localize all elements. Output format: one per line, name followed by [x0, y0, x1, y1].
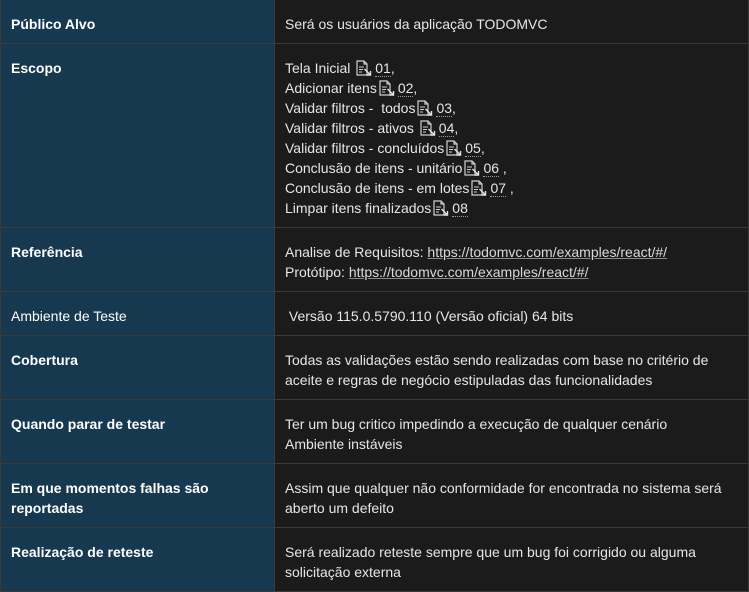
requisitos-link[interactable]: https://todomvc.com/examples/react/#/ — [427, 244, 667, 260]
value-escopo: Tela Inicial 01, Adicionar itens 02, Valida… — [274, 43, 749, 228]
escopo-item: Conclusão de itens - em lotes 07 , — [285, 178, 738, 198]
escopo-item-suffix: , — [454, 120, 459, 136]
escopo-item-suffix: , — [499, 160, 507, 176]
label-referencia: Referência — [0, 227, 275, 292]
row-cobertura: Cobertura Todas as validações estão send… — [0, 335, 749, 400]
value-ambiente: Versão 115.0.5790.110 (Versão oficial) 6… — [274, 291, 749, 336]
escopo-item-text: Conclusão de itens - em lotes — [285, 180, 470, 196]
row-falhas: Em que momentos falhas são reportadas As… — [0, 463, 749, 528]
escopo-item-ref[interactable]: 04 — [438, 120, 455, 137]
quando-parar-line-2: Ambiente instáveis — [285, 436, 403, 452]
escopo-item: Validar filtros - concluídos 05, — [285, 138, 738, 158]
document-link-icon[interactable] — [419, 120, 437, 136]
value-falhas: Assim que qualquer não conformidade for … — [274, 463, 749, 528]
test-plan-table: Público Alvo Será os usuários da aplicaç… — [0, 0, 749, 592]
label-falhas-line-1: Em que momentos falhas são — [11, 480, 209, 496]
cobertura-line-2: aceite e regras de negócio estipuladas d… — [285, 372, 653, 388]
escopo-item-ref[interactable]: 06 — [483, 160, 500, 177]
row-escopo: Escopo Tela Inicial 01, Adicionar itens 02… — [0, 43, 749, 228]
escopo-item-text: Validar filtros - concluídos — [285, 140, 445, 156]
reteste-line-1: Será realizado reteste sempre que um bug… — [285, 544, 696, 560]
label-escopo: Escopo — [0, 43, 275, 228]
value-quando-parar: Ter um bug critico impedindo a execução … — [274, 399, 749, 464]
prototipo-prefix: Protótipo: — [285, 264, 349, 280]
label-falhas-line-2: reportadas — [11, 500, 84, 516]
escopo-item-suffix: , — [452, 100, 456, 116]
document-link-icon[interactable] — [432, 200, 450, 216]
escopo-item-suffix: , — [480, 140, 485, 156]
quando-parar-line-1: Ter um bug critico impedindo a execução … — [285, 416, 668, 432]
document-link-icon[interactable] — [445, 140, 463, 156]
reteste-line-2: solicitação externa — [285, 564, 401, 580]
document-link-icon[interactable] — [416, 100, 434, 116]
cobertura-line-1: Todas as validações estão sendo realizad… — [285, 352, 709, 368]
escopo-item: Adicionar itens 02, — [285, 78, 738, 98]
escopo-item: Validar filtros - ativos 04, — [285, 118, 738, 138]
document-link-icon[interactable] — [463, 160, 481, 176]
escopo-item: Validar filtros - todos 03, — [285, 98, 738, 118]
escopo-item-text: Validar filtros - todos — [285, 100, 416, 116]
escopo-item-text: Limpar itens finalizados — [285, 200, 432, 216]
label-publico-alvo: Público Alvo — [0, 0, 275, 44]
escopo-item-ref[interactable]: 01 — [375, 60, 391, 77]
escopo-item: Conclusão de itens - unitário 06 , — [285, 158, 738, 178]
escopo-item-suffix: , — [390, 60, 395, 76]
label-reteste: Realização de reteste — [0, 527, 275, 592]
requisitos-line: Analise de Requisitos: https://todomvc.c… — [285, 242, 738, 262]
value-referencia: Analise de Requisitos: https://todomvc.c… — [274, 227, 749, 292]
escopo-item-ref[interactable]: 08 — [452, 200, 468, 217]
escopo-item-text: Tela Inicial — [285, 60, 355, 76]
row-quando-parar: Quando parar de testar Ter um bug critic… — [0, 399, 749, 464]
requisitos-prefix: Analise de Requisitos: — [285, 244, 428, 260]
escopo-item: Limpar itens finalizados 08 — [285, 198, 738, 218]
escopo-item: Tela Inicial 01, — [285, 58, 738, 78]
document-link-icon[interactable] — [470, 180, 488, 196]
row-ambiente: Ambiente de Teste Versão 115.0.5790.110 … — [0, 291, 749, 336]
document-link-icon[interactable] — [378, 80, 396, 96]
row-reteste: Realização de reteste Será realizado ret… — [0, 527, 749, 592]
row-referencia: Referência Analise de Requisitos: https:… — [0, 227, 749, 292]
escopo-item-text: Validar filtros - ativos — [285, 120, 418, 136]
escopo-item-suffix: , — [506, 180, 514, 196]
escopo-item-ref[interactable]: 02 — [397, 80, 414, 97]
value-reteste: Será realizado reteste sempre que um bug… — [274, 527, 749, 592]
falhas-line-2: aberto um defeito — [285, 500, 394, 516]
escopo-item-ref[interactable]: 05 — [465, 140, 481, 157]
escopo-item-ref[interactable]: 07 — [490, 180, 507, 197]
label-ambiente: Ambiente de Teste — [0, 291, 275, 336]
escopo-item-text: Conclusão de itens - unitário — [285, 160, 463, 176]
prototipo-link[interactable]: https://todomvc.com/examples/react/#/ — [349, 264, 589, 280]
prototipo-line: Protótipo: https://todomvc.com/examples/… — [285, 262, 738, 282]
label-falhas: Em que momentos falhas são reportadas — [0, 463, 275, 528]
escopo-list: Tela Inicial 01, Adicionar itens 02, Valida… — [285, 58, 738, 218]
document-link-icon[interactable] — [355, 60, 373, 76]
escopo-item-suffix: , — [413, 80, 418, 96]
escopo-item-text: Adicionar itens — [285, 80, 377, 96]
label-quando-parar: Quando parar de testar — [0, 399, 275, 464]
label-cobertura: Cobertura — [0, 335, 275, 400]
falhas-line-1: Assim que qualquer não conformidade for … — [285, 480, 722, 496]
value-cobertura: Todas as validações estão sendo realizad… — [274, 335, 749, 400]
value-publico-alvo: Será os usuários da aplicação TODOMVC — [274, 0, 749, 44]
row-publico-alvo: Público Alvo Será os usuários da aplicaç… — [0, 0, 749, 44]
escopo-item-ref[interactable]: 03 — [436, 100, 453, 117]
